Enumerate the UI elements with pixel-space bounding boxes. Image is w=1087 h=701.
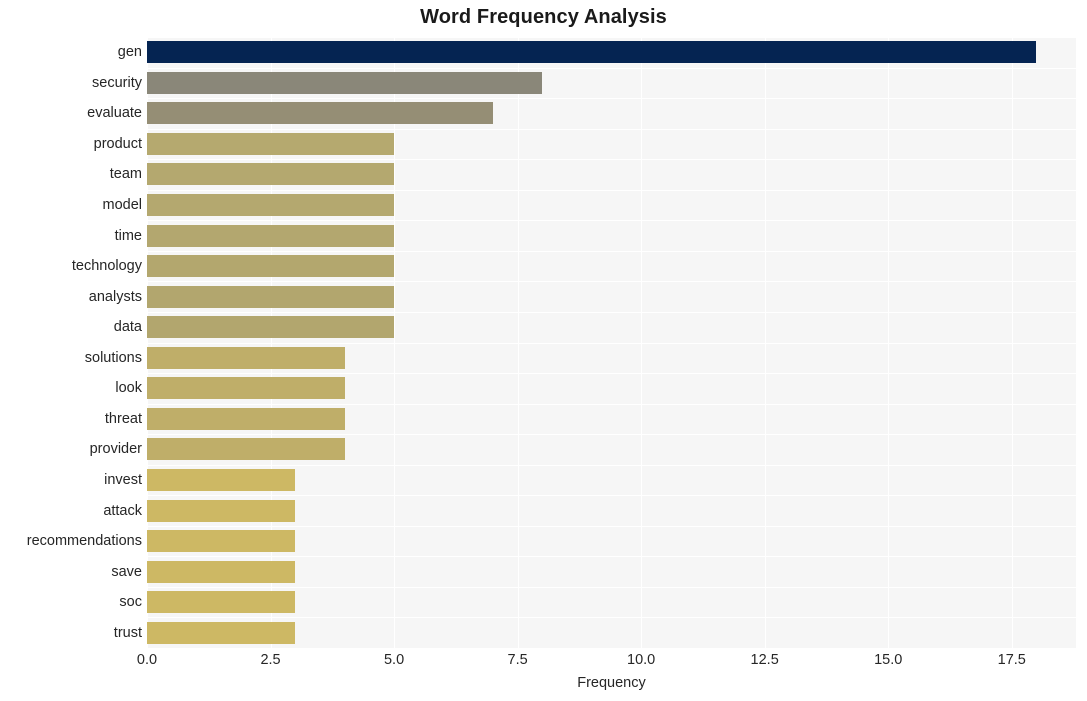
x-axis-tick-label: 7.5: [507, 652, 528, 668]
y-axis-tick-label: attack: [103, 502, 142, 519]
y-axis-tick-label: model: [102, 197, 143, 214]
gridline-horizontal: [147, 159, 1076, 160]
y-axis-tick-label: look: [115, 380, 142, 397]
gridline-horizontal: [147, 312, 1076, 313]
bar: [147, 499, 296, 522]
x-axis-tick-label: 12.5: [750, 652, 779, 668]
gridline-horizontal: [147, 251, 1076, 252]
y-axis-tick-label: technology: [71, 258, 142, 275]
y-axis-tick-label: gen: [117, 44, 142, 61]
bar: [147, 224, 395, 247]
gridline-horizontal: [147, 129, 1076, 130]
bar: [147, 255, 395, 278]
y-axis-tick-label: solutions: [84, 349, 142, 366]
bar: [147, 194, 395, 217]
y-axis-tick-label: recommendations: [26, 533, 142, 550]
gridline-horizontal: [147, 220, 1076, 221]
gridline-horizontal: [147, 281, 1076, 282]
bar: [147, 530, 296, 553]
gridline-horizontal: [147, 556, 1076, 557]
bar: [147, 71, 543, 94]
x-axis-tick-label: 5.0: [383, 652, 405, 668]
bar: [147, 346, 345, 369]
gridline-horizontal: [147, 617, 1076, 618]
bar: [147, 560, 296, 583]
bar: [147, 407, 345, 430]
bar: [147, 377, 345, 400]
gridline-horizontal: [147, 404, 1076, 405]
y-axis-tick-label: save: [111, 563, 142, 580]
y-axis-tick-labels: gen security evaluate product team model time t…: [0, 37, 142, 648]
y-axis-tick-label: team: [109, 166, 142, 183]
bar: [147, 163, 395, 186]
y-axis-tick-label: data: [113, 319, 142, 336]
chart-figure: Word Frequency Analysis gen security evalu…: [0, 0, 1087, 701]
bar: [147, 621, 296, 644]
bar: [147, 41, 1037, 64]
bar: [147, 285, 395, 308]
x-axis-tick-label: 17.5: [997, 652, 1026, 668]
gridline-horizontal: [147, 373, 1076, 374]
y-axis-tick-label: trust: [113, 624, 142, 641]
x-axis-tick-label: 0.0: [136, 652, 158, 668]
gridline-horizontal: [147, 190, 1076, 191]
x-axis-tick-label: 10.0: [627, 652, 656, 668]
y-axis-tick-label: product: [93, 135, 142, 152]
x-axis-tick-labels: 0.0 2.5 5.0 7.5 10.0 12.5 15.0 17.5: [0, 652, 1087, 674]
gridline-horizontal: [147, 68, 1076, 69]
gridline-horizontal: [147, 343, 1076, 344]
x-axis-tick-label: 15.0: [874, 652, 903, 668]
bar: [147, 438, 345, 461]
y-axis-tick-label: provider: [89, 441, 142, 458]
x-axis-title: Frequency: [577, 675, 646, 691]
bar: [147, 468, 296, 491]
y-axis-tick-label: invest: [104, 471, 142, 488]
bar: [147, 591, 296, 614]
gridline-horizontal: [147, 98, 1076, 99]
bar: [147, 132, 395, 155]
gridline-horizontal: [147, 526, 1076, 527]
gridline-horizontal: [147, 495, 1076, 496]
gridline-horizontal: [147, 587, 1076, 588]
y-axis-tick-label: time: [114, 227, 142, 244]
x-axis-tick-label: 2.5: [260, 652, 281, 668]
y-axis-tick-label: security: [92, 74, 142, 91]
gridline-horizontal: [147, 434, 1076, 435]
gridline-horizontal: [147, 37, 1076, 38]
chart-title: Word Frequency Analysis: [420, 6, 667, 28]
y-axis-tick-label: threat: [104, 410, 142, 427]
y-axis-tick-label: analysts: [88, 288, 142, 305]
plot-area: [147, 37, 1076, 648]
bar: [147, 102, 493, 125]
bar: [147, 316, 395, 339]
y-axis-tick-label: evaluate: [87, 105, 142, 122]
y-axis-tick-label: soc: [119, 594, 142, 611]
gridline-horizontal: [147, 465, 1076, 466]
